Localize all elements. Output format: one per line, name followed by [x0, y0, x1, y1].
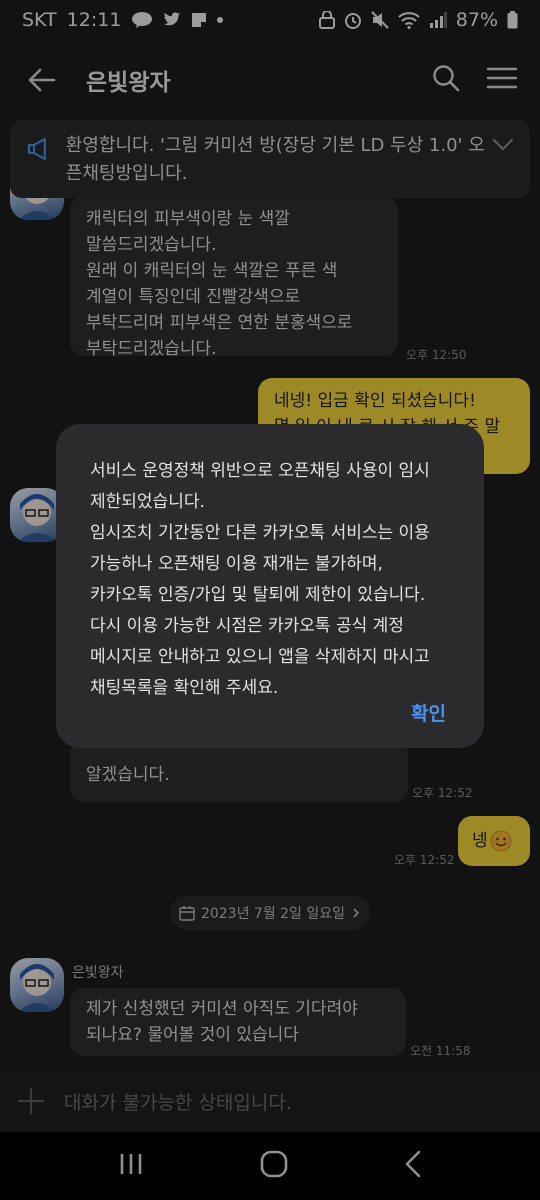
dialog-message: 서비스 운영정책 위반으로 오픈채팅 사용이 임시 제한되었습니다. 임시조치 …: [90, 461, 430, 698]
restriction-dialog: 서비스 운영정책 위반으로 오픈채팅 사용이 임시 제한되었습니다. 임시조치 …: [56, 424, 484, 748]
confirm-button[interactable]: 확인: [411, 699, 446, 726]
